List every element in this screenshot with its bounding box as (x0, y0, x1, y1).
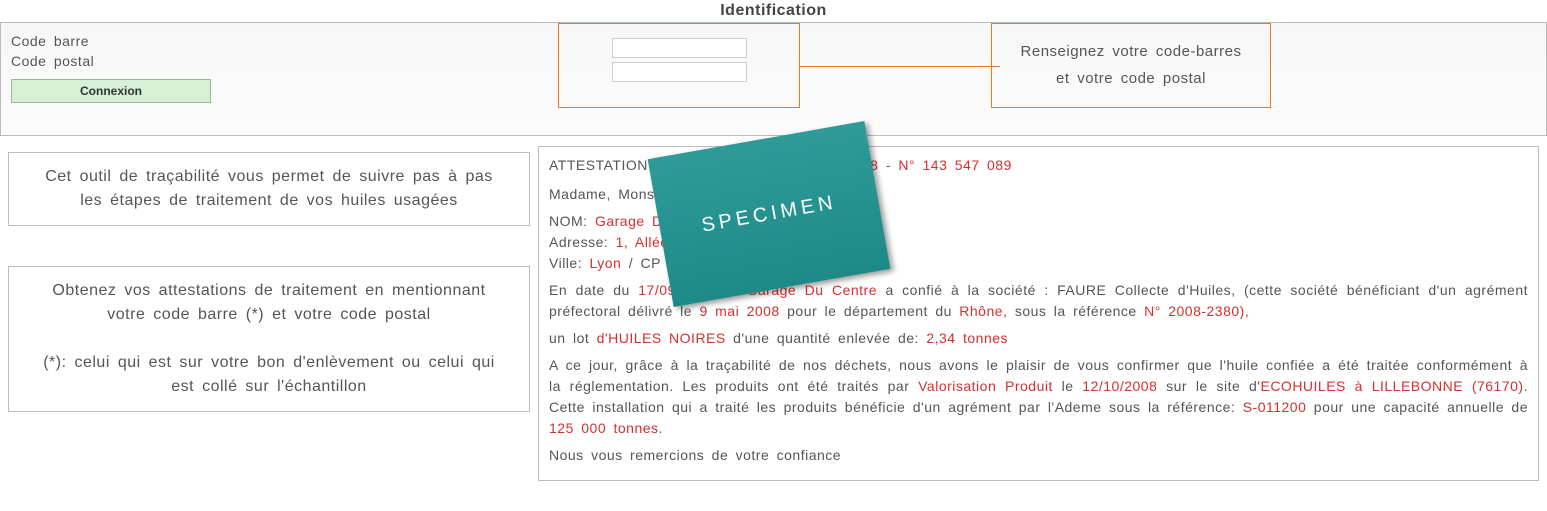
doc-ville-value: Lyon (589, 255, 621, 271)
doc-p1h: N° 2008-2380), (1144, 303, 1249, 319)
doc-p3d: 12/10/2008 (1082, 378, 1157, 394)
instruction-callout: Renseignez votre code-barres et votre co… (991, 23, 1271, 108)
doc-title-prefix: ATTESTATION de TRAITEMENT- (549, 157, 785, 173)
doc-p3c: le (1053, 378, 1082, 394)
code-barre-label: Code barre (11, 31, 311, 51)
doc-title-date: le 17/11/2008 - N° 143 547 089 (785, 157, 1012, 173)
doc-ville-label: Ville: (549, 255, 582, 271)
code-postal-input[interactable] (612, 62, 747, 82)
attestation-document: SPECIMEN ATTESTATION de TRAITEMENT- le 1… (538, 146, 1539, 481)
doc-salutation: Madame, Monsieur (549, 184, 1528, 205)
callout-line1: Renseignez votre code-barres (992, 38, 1270, 65)
doc-p2d: 2,34 tonnes (926, 330, 1008, 346)
doc-closing: Nous vous remercions de votre confiance (549, 445, 1528, 466)
doc-p3i: pour une capacité annuelle de (1306, 399, 1528, 415)
callout-line2: et votre code postal (992, 65, 1270, 92)
doc-p3k: . (659, 420, 663, 436)
doc-p3e: sur le site d' (1157, 378, 1260, 394)
doc-p1f: Rhône (959, 303, 1003, 319)
code-postal-label: Code postal (11, 51, 311, 71)
doc-p3b: Valorisation Produit (918, 378, 1053, 394)
doc-cp-sep: / CP (629, 255, 661, 271)
desc2-p1: Obtenez vos attestations de traitement e… (39, 279, 499, 327)
doc-adresse-label: Adresse: (549, 234, 608, 250)
page-title: Identification (0, 0, 1547, 22)
doc-p3f: ECOHUILES à LILLEBONNE (76170) (1260, 378, 1523, 394)
doc-nom-label: NOM: (549, 213, 588, 229)
doc-p3h: S-011200 (1243, 399, 1307, 415)
doc-cp-value: 69002 (668, 255, 709, 271)
doc-p2b: d'HUILES NOIRES (597, 330, 726, 346)
connector-line (800, 66, 1000, 67)
doc-adresse-value: 1, Allée Leclerc (616, 234, 725, 250)
doc-para3: A ce jour, grâce à la traçabilité de nos… (549, 355, 1528, 439)
connexion-button[interactable]: Connexion (11, 79, 211, 103)
doc-p1g: , sous la référence (1003, 303, 1144, 319)
description-box-2: Obtenez vos attestations de traitement e… (8, 266, 530, 412)
doc-p1a: En date du (549, 282, 638, 298)
description-box-1: Cet outil de traçabilité vous permet de … (8, 152, 530, 226)
doc-identity-block: NOM: Garage Du Centre Adresse: 1, Allée … (549, 211, 1528, 274)
identification-panel: Code barre Code postal Connexion Renseig… (0, 22, 1547, 136)
code-barre-input[interactable] (612, 38, 747, 58)
doc-para1: En date du 17/09/2008, le Garage Du Cent… (549, 280, 1528, 322)
doc-p2c: d'une quantité enlevée de: (726, 330, 927, 346)
doc-p1d: 9 mai 2008 (699, 303, 779, 319)
inputs-box (558, 23, 800, 108)
doc-p1b: 17/09/2008, le Garage Du Centre (638, 282, 877, 298)
doc-nom-value: Garage Du Centre (595, 213, 723, 229)
doc-p1e: pour le département du (780, 303, 960, 319)
doc-p2a: un lot (549, 330, 597, 346)
doc-title: ATTESTATION de TRAITEMENT- le 17/11/2008… (549, 155, 1528, 176)
desc2-p2: (*): celui qui est sur votre bon d'enlèv… (39, 351, 499, 399)
doc-para2: un lot d'HUILES NOIRES d'une quantité en… (549, 328, 1528, 349)
doc-p3j: 125 000 tonnes (549, 420, 659, 436)
